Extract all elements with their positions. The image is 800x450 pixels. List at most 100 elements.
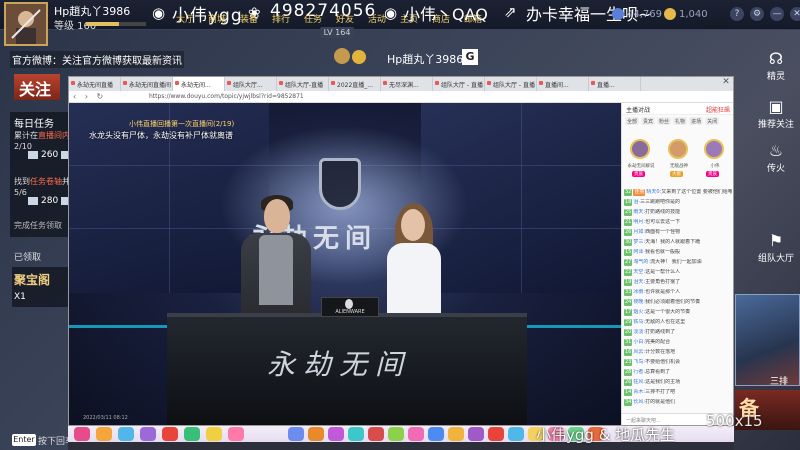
chat-username[interactable]: 淡淡: (633, 329, 645, 335)
gift-icon[interactable] (288, 427, 304, 441)
chat-header-right[interactable]: 超能狂飙 (706, 105, 730, 114)
fan-avatar[interactable] (668, 139, 688, 159)
browser-tab[interactable]: 组队大厅 - 直播 (485, 77, 537, 91)
gift-icon[interactable] (328, 427, 344, 441)
settings-icon[interactable]: ⚙ (750, 7, 764, 21)
chat-tab[interactable]: 关闭 (705, 117, 720, 125)
help-icon[interactable]: ? (730, 7, 744, 21)
chat-username[interactable]: 晴天0: (646, 189, 661, 195)
chat-username[interactable]: 长风: (633, 399, 645, 405)
gift-icon[interactable] (140, 427, 156, 441)
chat-username[interactable]: 泪· (633, 199, 640, 205)
chat-username[interactable]: 雨天: (633, 209, 645, 215)
chat-username[interactable]: 月如: (633, 229, 645, 235)
chat-username[interactable]: 泪天: (633, 279, 645, 285)
sidebar-item-spirit[interactable]: ☊ 精灵 (752, 50, 800, 83)
close-icon[interactable]: ✕ (790, 7, 800, 21)
chat-username[interactable]: 明月: (633, 219, 645, 225)
player-avatar[interactable] (4, 2, 48, 46)
sidebar-item-recommended-follow[interactable]: ▣ 推荐关注 (752, 98, 800, 131)
chat-username[interactable]: 狂风: (633, 379, 645, 385)
nav-arrows-icon[interactable]: ‹ › ↻ (73, 92, 106, 101)
chat-username[interactable]: 梦三: (633, 239, 645, 245)
fan-tag: 大佬 (670, 171, 683, 177)
nav-item[interactable]: 装备 (236, 12, 262, 25)
chat-username[interactable]: 夜晚: (633, 299, 645, 305)
gift-icon[interactable] (118, 427, 134, 441)
overlay-bottom-number: 500x15 (706, 412, 763, 430)
gift-icon[interactable] (408, 427, 424, 441)
browser-tab[interactable]: 永劫无间直播间 (121, 77, 173, 91)
task-done-label[interactable]: 完成任务领取 (14, 220, 62, 231)
chat-username[interactable]: 淘气的: (633, 259, 650, 265)
user-level-badge: 30 (624, 239, 633, 246)
chat-username[interactable]: 阿泽· (633, 249, 645, 255)
chat-username[interactable]: 青木: (633, 389, 645, 395)
gift-icon[interactable] (308, 427, 324, 441)
gift-icon[interactable] (368, 427, 384, 441)
gift-icon[interactable] (508, 427, 524, 441)
minimize-icon[interactable]: — (770, 7, 784, 21)
browser-tab[interactable]: 组队大厅... (225, 77, 277, 91)
browser-tab[interactable]: 组队大厅 - 直播 (433, 77, 485, 91)
chat-username[interactable]: 烟火: (633, 309, 645, 315)
browser-tab[interactable]: 组队大厅-直播 (277, 77, 329, 91)
chat-username[interactable]: 冰雨: (633, 289, 645, 295)
chat-header-title[interactable]: 主播对战 (626, 107, 650, 114)
treasure-pavilion[interactable]: 聚宝阁 X1 (12, 267, 70, 307)
chat-tab[interactable]: 粉丝 (657, 117, 672, 125)
gift-icon[interactable] (206, 427, 222, 441)
chat-tab[interactable]: 贵宾 (641, 117, 656, 125)
nav-item[interactable]: 大厅 (172, 12, 198, 25)
team-card[interactable] (735, 294, 800, 386)
nav-item[interactable]: 排行 (268, 12, 294, 25)
gift-icon[interactable] (74, 427, 90, 441)
user-level-badge: 16 (624, 349, 633, 356)
g-badge-icon[interactable]: G (462, 49, 478, 65)
nav-item[interactable]: 任务 (300, 12, 326, 25)
gift-icon[interactable] (96, 427, 112, 441)
chat-tab[interactable]: 进场 (689, 117, 704, 125)
gift-icon[interactable] (448, 427, 464, 441)
chat-message: 19 泪天:主要角色打猴了 (624, 279, 732, 286)
chat-username[interactable]: 飞鸟: (633, 359, 645, 365)
gift-icon[interactable] (488, 427, 504, 441)
address-url[interactable]: https://www.douyu.com/topic/yjwjlbsl?rid… (149, 93, 304, 100)
browser-tab[interactable]: 无尽深渊... (381, 77, 433, 91)
fan-avatar[interactable] (704, 139, 724, 159)
browser-tab-active[interactable]: 永劫无间... (173, 77, 225, 91)
chat-tab[interactable]: 全部 (625, 117, 640, 125)
gift-icon[interactable] (388, 427, 404, 441)
chat-message: 14 青木:三排不打了吧 (624, 389, 732, 396)
gift-icon[interactable] (428, 427, 444, 441)
address-bar[interactable]: ‹ › ↻ https://www.douyu.com/topic/yjwjlb… (69, 91, 733, 103)
browser-tab[interactable]: 2022直播_... (329, 77, 381, 91)
sidebar-item-team-lobby[interactable]: ⚑ 组队大厅 (752, 232, 800, 265)
gift-icon[interactable] (162, 427, 178, 441)
close-tab-icon[interactable]: ✕ (719, 77, 733, 91)
chat-username[interactable]: 行者: (633, 369, 645, 375)
chat-username[interactable]: 天空: (633, 269, 645, 275)
gift-icon[interactable] (228, 427, 244, 441)
browser-tab[interactable]: 直播... (589, 77, 641, 91)
nav-item[interactable]: 商城 (204, 12, 230, 25)
gift-icon[interactable] (468, 427, 484, 441)
browser-tab[interactable]: 直播间... (537, 77, 589, 91)
video-timestamp: 2022/03/11 08:12 (83, 415, 128, 421)
follow-button[interactable]: 关注 (14, 74, 60, 100)
sidebar-item-fire[interactable]: ♨ 传火 (752, 142, 800, 175)
enter-key-hint[interactable]: Enter (12, 434, 36, 446)
chat-username[interactable]: 小白: (633, 339, 645, 345)
gift-icon[interactable] (348, 427, 364, 441)
chat-username[interactable]: 铁马: (633, 319, 645, 325)
browser-tab[interactable]: 永劫无间直播 (69, 77, 121, 91)
fan-avatar[interactable] (630, 139, 650, 159)
chat-message: 31 小白:完美的配合 (624, 339, 732, 346)
nav-item[interactable]: 好友 (332, 12, 358, 25)
fan-name: 永劫无间解说 (627, 164, 655, 169)
gift-icon[interactable] (184, 427, 200, 441)
chat-username[interactable]: 风云: (633, 349, 645, 355)
host-female-body (387, 243, 441, 313)
chat-tab[interactable]: 礼物 (673, 117, 688, 125)
stream-video[interactable]: 永劫无间 小伟直播回播第一次直播间(2/19) 水龙头没有尸体，永劫没有补尸体就… (69, 103, 621, 425)
